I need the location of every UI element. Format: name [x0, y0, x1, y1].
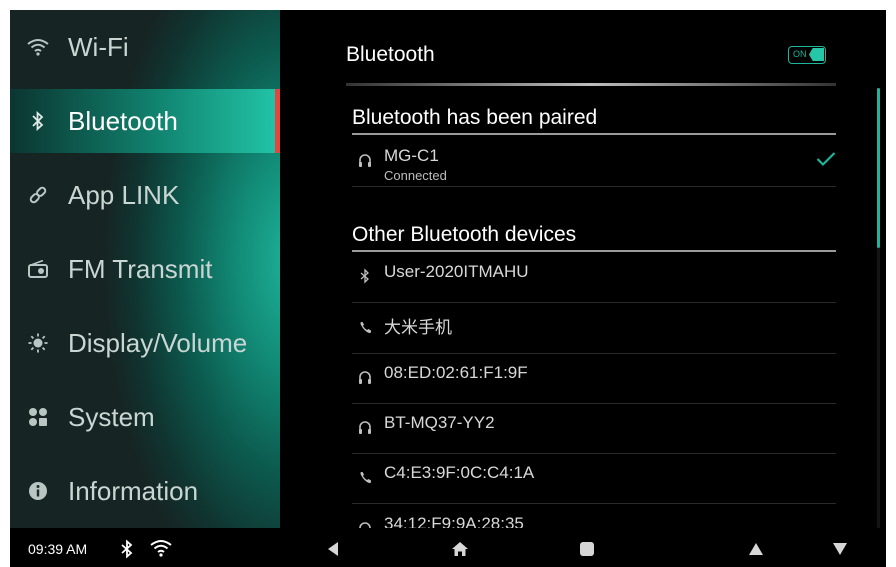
info-icon — [27, 480, 49, 502]
section-divider — [352, 133, 836, 135]
device-row[interactable]: BT-MQ37-YY2 — [352, 403, 836, 454]
link-icon — [27, 184, 49, 206]
device-row[interactable]: 大米手机 — [352, 303, 836, 354]
phone-icon — [360, 472, 371, 484]
arrow-up-icon — [749, 543, 763, 555]
bluetooth-toggle[interactable]: ON — [788, 46, 826, 64]
title-divider — [346, 83, 836, 86]
volume-up-button[interactable] — [745, 538, 767, 560]
wifi-status-icon — [150, 540, 172, 557]
bluetooth-panel: Bluetooth ON Bluetooth has been paired M… — [280, 10, 886, 528]
system-bar: 09:39 AM — [10, 528, 886, 567]
sidebar-item-display-volume[interactable]: Display/Volume — [10, 311, 280, 375]
brightness-icon — [27, 332, 49, 354]
phone-icon — [360, 322, 371, 334]
headset-icon — [359, 371, 371, 384]
device-name: User-2020ITMAHU — [384, 262, 529, 281]
page-title: Bluetooth — [346, 43, 435, 66]
arrow-down-icon — [833, 543, 847, 555]
device-name: BT-MQ37-YY2 — [384, 413, 495, 432]
sidebar-item-label: FM Transmit — [68, 253, 213, 284]
radio-icon — [27, 258, 49, 280]
bluetooth-icon — [360, 268, 369, 284]
device-row[interactable]: 34:12:F9:9A:28:35 — [352, 504, 836, 528]
device-row[interactable]: C4:E3:9F:0C:C4:1A — [352, 453, 836, 504]
device-row[interactable]: User-2020ITMAHU — [352, 252, 836, 303]
screen: Wi-Fi Bluetooth App LINK FM Transmit Dis — [10, 10, 886, 567]
check-icon — [816, 152, 836, 167]
headset-icon — [359, 522, 371, 528]
sidebar-item-label: App LINK — [68, 179, 180, 210]
paired-device-row[interactable]: MG-C1 Connected — [352, 136, 836, 187]
sidebar-item-label: Information — [68, 475, 199, 506]
bluetooth-status-icon — [121, 539, 133, 559]
paired-section-header: Bluetooth has been paired — [352, 106, 598, 129]
device-row[interactable]: 08:ED:02:61:F1:9F — [352, 353, 836, 404]
sidebar-item-system[interactable]: System — [10, 385, 280, 449]
home-icon — [452, 542, 468, 556]
system-icon — [27, 406, 49, 428]
sidebar-item-bluetooth[interactable]: Bluetooth — [10, 89, 280, 153]
sidebar-item-label: Display/Volume — [68, 327, 248, 358]
wifi-icon — [27, 36, 49, 58]
back-button[interactable] — [322, 538, 344, 560]
settings-sidebar: Wi-Fi Bluetooth App LINK FM Transmit Dis — [10, 10, 280, 528]
device-name: 08:ED:02:61:F1:9F — [384, 363, 528, 382]
clock: 09:39 AM — [28, 541, 88, 557]
device-name: C4:E3:9F:0C:C4:1A — [384, 463, 535, 482]
headset-icon — [359, 421, 371, 434]
sidebar-item-app-link[interactable]: App LINK — [10, 163, 280, 227]
device-name: MG-C1 — [384, 146, 439, 165]
home-button[interactable] — [449, 538, 471, 560]
bluetooth-icon — [27, 110, 49, 132]
other-devices-header: Other Bluetooth devices — [352, 223, 577, 246]
volume-down-button[interactable] — [829, 538, 851, 560]
sidebar-item-label: Wi-Fi — [68, 31, 129, 62]
sidebar-item-fm-transmit[interactable]: FM Transmit — [10, 237, 280, 301]
scrollbar-thumb[interactable] — [877, 88, 880, 248]
sidebar-item-wifi[interactable]: Wi-Fi — [10, 15, 280, 79]
device-status: Connected — [384, 168, 447, 183]
recent-apps-button[interactable] — [576, 538, 598, 560]
sidebar-item-label: System — [68, 401, 155, 432]
sidebar-item-information[interactable]: Information — [10, 459, 280, 523]
toggle-knob — [809, 48, 824, 61]
back-icon — [328, 542, 338, 556]
sidebar-item-label: Bluetooth — [68, 105, 178, 136]
recent-apps-icon — [580, 542, 594, 556]
device-name: 34:12:F9:9A:28:35 — [384, 514, 524, 528]
device-name: 大米手机 — [384, 318, 452, 337]
headset-icon — [359, 154, 371, 167]
toggle-label: ON — [793, 49, 807, 59]
